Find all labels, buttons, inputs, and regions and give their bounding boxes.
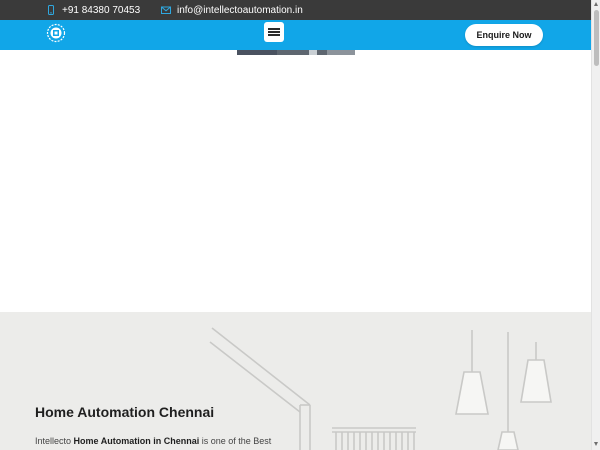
hero-image: [237, 50, 355, 55]
company-logo[interactable]: [46, 23, 66, 43]
phone-link[interactable]: +91 84380 70453: [46, 0, 140, 20]
intro-text-start: Intellecto: [35, 436, 74, 446]
site-header: Enquire Now: [0, 20, 591, 50]
interior-illustration: [209, 327, 552, 450]
hero-image-highlight: [309, 50, 317, 55]
email-link[interactable]: info@intellectoautomation.in: [161, 0, 303, 20]
scrollbar-thumb[interactable]: [594, 10, 599, 66]
hero-image-shade: [237, 50, 277, 55]
section-heading: Home Automation Chennai: [35, 404, 215, 420]
hamburger-line: [268, 34, 280, 36]
intro-text-bold: Home Automation in Chennai: [73, 436, 200, 446]
menu-toggle-button[interactable]: [264, 22, 284, 42]
email-address: info@intellectoautomation.in: [177, 4, 303, 16]
enquire-now-button[interactable]: Enquire Now: [465, 24, 543, 46]
vertical-scrollbar[interactable]: [591, 0, 600, 450]
hamburger-line: [268, 31, 280, 33]
hamburger-menu-icon: [268, 28, 280, 30]
hero-image-shade: [327, 50, 355, 55]
phone-number: +91 84380 70453: [62, 4, 141, 16]
section-intro-text: Intellecto Home Automation in Chennai is…: [35, 436, 271, 446]
intro-text-end: is one of the Best: [199, 436, 272, 446]
mail-icon: [161, 6, 171, 14]
contact-topbar: +91 84380 70453 info@intellectoautomatio…: [0, 0, 591, 20]
scroll-up-arrow-icon[interactable]: [594, 2, 598, 6]
scroll-down-arrow-icon[interactable]: [594, 442, 598, 446]
page: +91 84380 70453 info@intellectoautomatio…: [0, 0, 591, 450]
phone-icon: [48, 5, 54, 15]
